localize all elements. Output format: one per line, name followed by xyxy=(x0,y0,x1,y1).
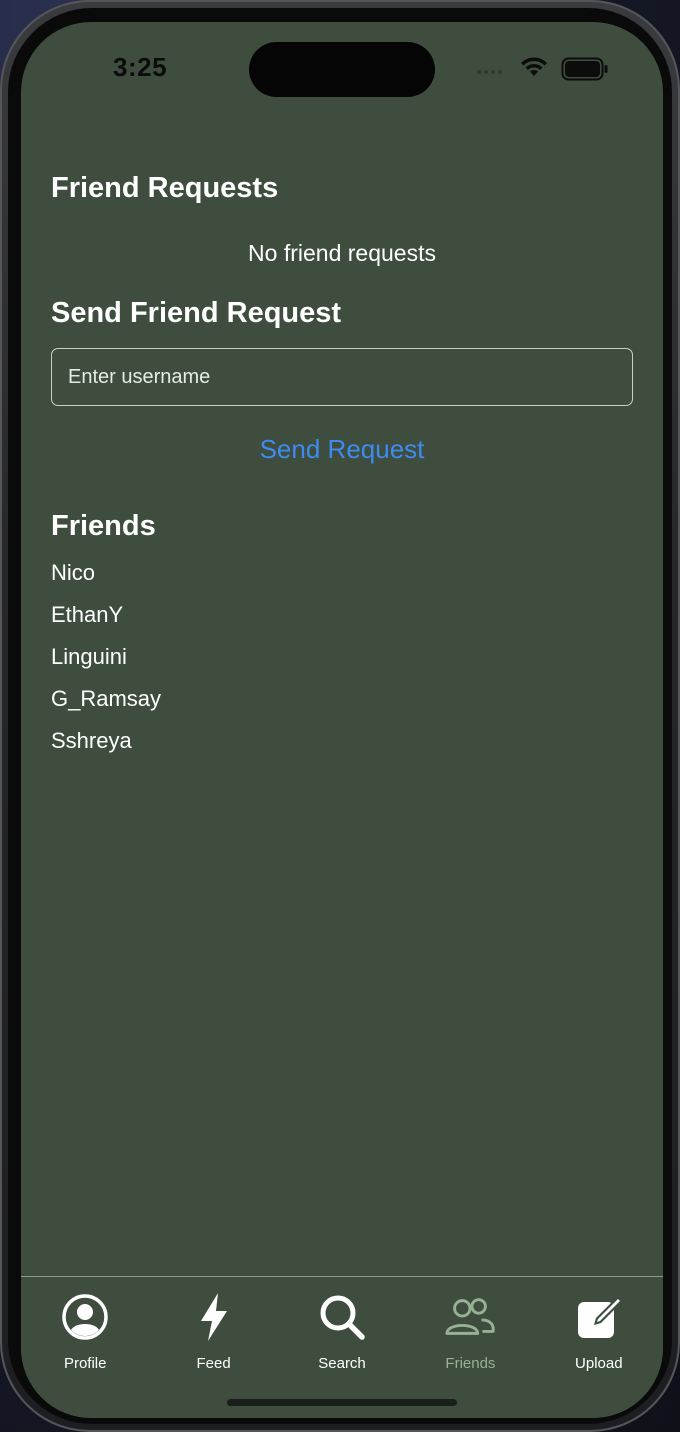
tab-upload[interactable]: Upload xyxy=(535,1277,663,1418)
friend-item[interactable]: Sshreya xyxy=(51,727,161,769)
tab-feed[interactable]: Feed xyxy=(149,1277,277,1418)
friend-item[interactable]: EthanY xyxy=(51,601,161,643)
tab-friends-label: Friends xyxy=(445,1355,496,1372)
wifi-icon xyxy=(521,57,547,76)
search-icon xyxy=(316,1291,368,1343)
battery-icon xyxy=(561,57,608,81)
username-input[interactable] xyxy=(51,348,633,406)
tab-profile-label: Profile xyxy=(63,1355,107,1372)
tab-profile[interactable]: Profile xyxy=(21,1277,149,1418)
friend-item[interactable]: Nico xyxy=(51,559,161,601)
upload-icon xyxy=(573,1291,625,1343)
status-time: 3:25 xyxy=(113,52,168,82)
app-screen: 3:25 Friend Requests No friend requests … xyxy=(21,22,663,1418)
no-requests-text: No friend requests xyxy=(248,240,436,266)
friend-item[interactable]: Linguini xyxy=(51,643,161,685)
tab-friends[interactable]: Friends xyxy=(406,1277,534,1418)
friend-requests-heading: Friend Requests xyxy=(51,172,279,204)
friends-heading: Friends xyxy=(51,510,156,542)
send-request-button[interactable]: Send Request xyxy=(21,434,663,465)
tab-search[interactable]: Search xyxy=(278,1277,406,1418)
friend-item[interactable]: G_Ramsay xyxy=(51,685,161,727)
tab-feed-label: Feed xyxy=(196,1355,231,1372)
home-indicator xyxy=(227,1399,457,1406)
profile-icon xyxy=(59,1291,111,1343)
dynamic-island xyxy=(249,42,435,97)
tab-bar: Profile Feed Search Friends Upload xyxy=(21,1276,663,1418)
tab-search-label: Search xyxy=(318,1355,366,1372)
friends-icon xyxy=(444,1291,496,1343)
tab-upload-label: Upload xyxy=(575,1355,623,1372)
send-request-heading: Send Friend Request xyxy=(51,297,342,329)
friends-list: Nico EthanY Linguini G_Ramsay Sshreya xyxy=(51,559,161,769)
lightning-icon xyxy=(188,1291,240,1343)
cellular-signal-icon xyxy=(477,70,502,74)
